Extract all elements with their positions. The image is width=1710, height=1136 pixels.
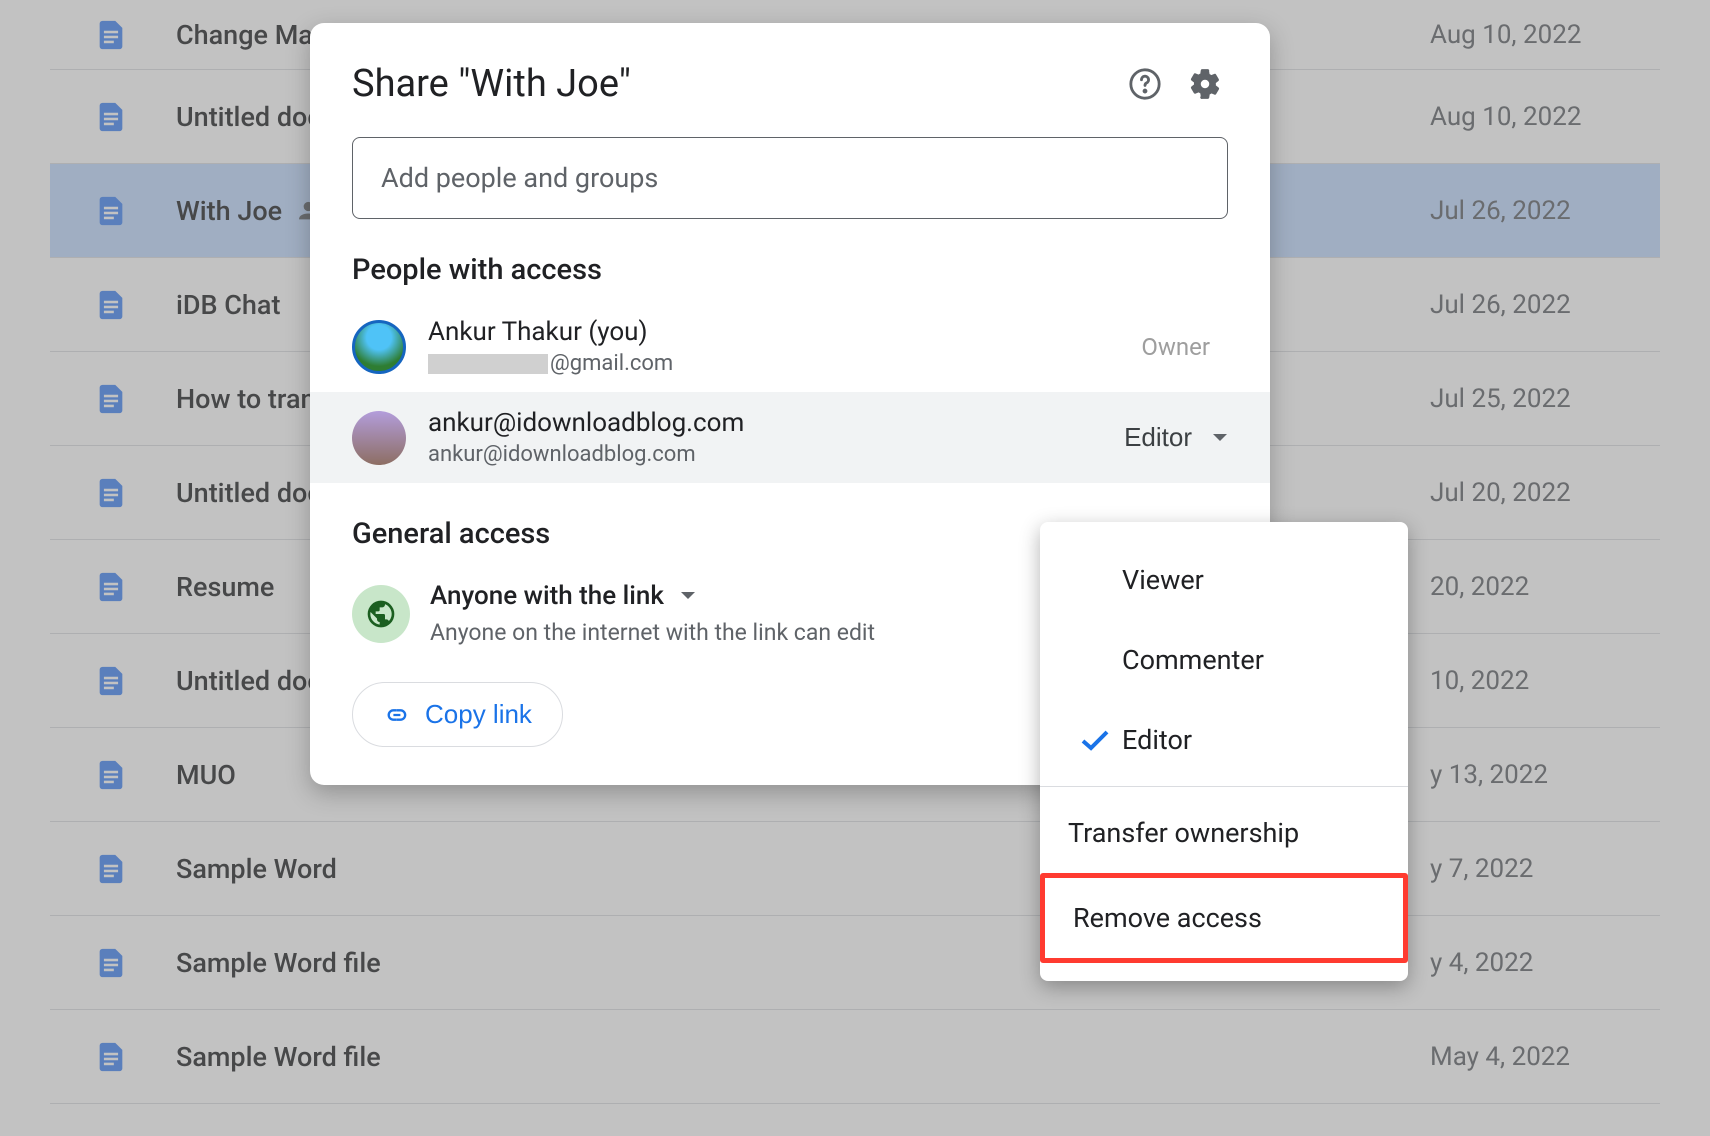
doc-icon bbox=[94, 100, 128, 134]
doc-icon bbox=[94, 758, 128, 792]
gear-icon[interactable] bbox=[1182, 61, 1228, 107]
file-row[interactable]: Sample Word filey 4, 2022 bbox=[50, 916, 1660, 1010]
globe-icon bbox=[352, 585, 410, 643]
owner-role-label: Owner bbox=[1141, 333, 1210, 361]
avatar bbox=[352, 320, 406, 374]
editor-name: ankur@idownloadblog.com bbox=[428, 408, 1124, 438]
menu-item-editor[interactable]: Editor bbox=[1040, 700, 1408, 780]
file-date: Aug 10, 2022 bbox=[1430, 20, 1630, 50]
chevron-down-icon bbox=[680, 591, 696, 601]
dialog-title: Share "With Joe" bbox=[352, 62, 1108, 106]
person-row-owner: Ankur Thakur (you) @gmail.com Owner bbox=[310, 301, 1270, 392]
avatar bbox=[352, 411, 406, 465]
role-menu: Viewer Commenter Editor Transfer ownersh… bbox=[1040, 522, 1408, 981]
role-dropdown-button[interactable]: Editor bbox=[1124, 422, 1228, 453]
file-date: y 13, 2022 bbox=[1430, 760, 1630, 790]
person-row-editor: ankur@idownloadblog.com ankur@idownloadb… bbox=[310, 392, 1270, 483]
doc-icon bbox=[94, 18, 128, 52]
file-date: Jul 25, 2022 bbox=[1430, 384, 1630, 414]
general-access-sub: Anyone on the internet with the link can… bbox=[430, 619, 875, 646]
file-date: Jul 26, 2022 bbox=[1430, 290, 1630, 320]
doc-icon bbox=[94, 288, 128, 322]
doc-icon bbox=[94, 852, 128, 886]
doc-icon bbox=[94, 382, 128, 416]
link-icon bbox=[383, 701, 411, 729]
file-date: 10, 2022 bbox=[1430, 666, 1630, 696]
menu-divider bbox=[1040, 786, 1408, 787]
file-date: Aug 10, 2022 bbox=[1430, 102, 1630, 132]
people-with-access-heading: People with access bbox=[310, 219, 1270, 301]
editor-email: ankur@idownloadblog.com bbox=[428, 442, 1124, 467]
file-row[interactable]: Sample Wordy 7, 2022 bbox=[50, 822, 1660, 916]
file-date: 20, 2022 bbox=[1430, 572, 1630, 602]
menu-item-viewer[interactable]: Viewer bbox=[1040, 540, 1408, 620]
file-row[interactable]: Sample Word fileMay 4, 2022 bbox=[50, 1010, 1660, 1104]
chevron-down-icon bbox=[1212, 433, 1228, 443]
doc-icon bbox=[94, 570, 128, 604]
copy-link-button[interactable]: Copy link bbox=[352, 682, 563, 747]
file-name: Sample Word file bbox=[176, 1041, 1430, 1073]
file-date: Jul 20, 2022 bbox=[1430, 478, 1630, 508]
check-icon bbox=[1068, 728, 1122, 752]
add-people-input[interactable]: Add people and groups bbox=[352, 137, 1228, 219]
owner-name: Ankur Thakur (you) bbox=[428, 317, 1141, 347]
file-date: Jul 26, 2022 bbox=[1430, 196, 1630, 226]
help-icon[interactable] bbox=[1122, 61, 1168, 107]
owner-email: @gmail.com bbox=[428, 351, 1141, 376]
doc-icon bbox=[94, 1040, 128, 1074]
general-access-dropdown[interactable]: Anyone with the link bbox=[430, 581, 875, 611]
file-date: y 7, 2022 bbox=[1430, 854, 1630, 884]
doc-icon bbox=[94, 664, 128, 698]
file-date: y 4, 2022 bbox=[1430, 948, 1630, 978]
menu-item-commenter[interactable]: Commenter bbox=[1040, 620, 1408, 700]
doc-icon bbox=[94, 194, 128, 228]
file-date: May 4, 2022 bbox=[1430, 1042, 1630, 1072]
menu-item-transfer-ownership[interactable]: Transfer ownership bbox=[1040, 793, 1408, 873]
doc-icon bbox=[94, 476, 128, 510]
menu-item-remove-access[interactable]: Remove access bbox=[1040, 873, 1408, 963]
doc-icon bbox=[94, 946, 128, 980]
